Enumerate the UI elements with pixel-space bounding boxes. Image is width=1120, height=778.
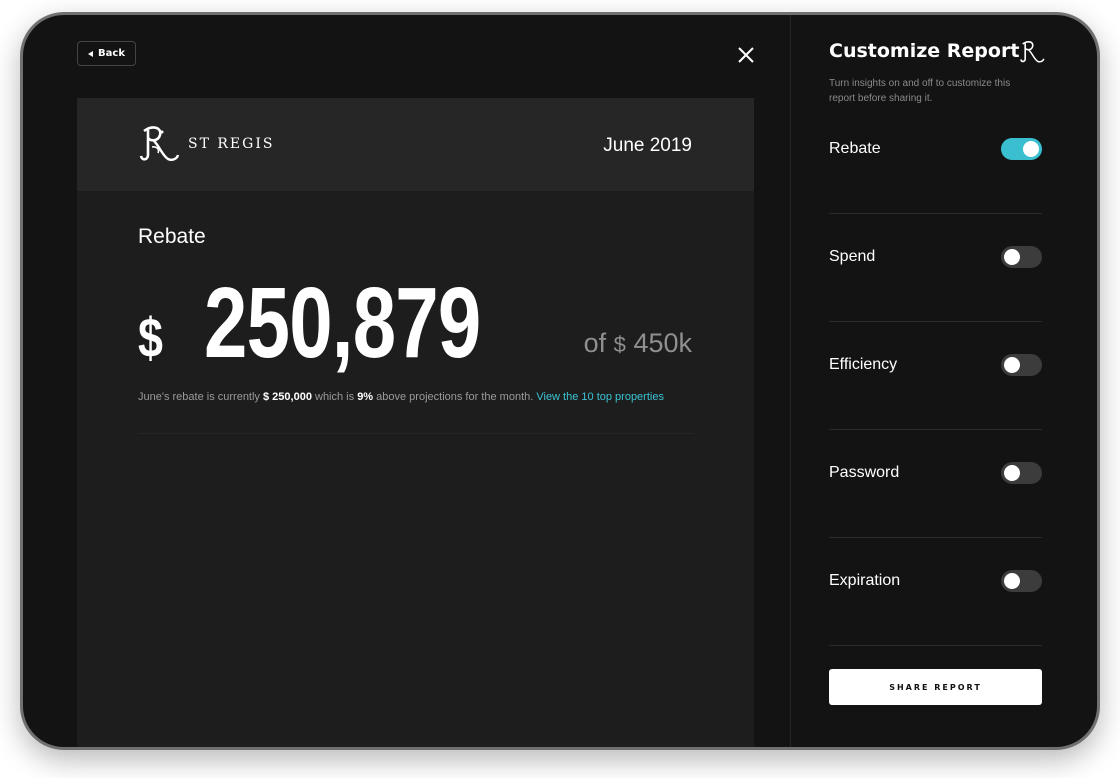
toggle-knob	[1004, 357, 1020, 373]
panel-title: Customize Report	[829, 40, 1020, 62]
summary-percent: 9%	[357, 391, 374, 403]
panel-description: Turn insights on and off to customize th…	[829, 78, 1011, 104]
efficiency-toggle[interactable]	[1001, 354, 1042, 376]
toggle-knob	[1004, 465, 1020, 481]
close-icon[interactable]	[735, 44, 757, 66]
back-label: Back	[98, 48, 125, 59]
option-expiration: Expiration	[829, 538, 1042, 646]
st-regis-logo-icon	[139, 126, 180, 161]
option-label: Efficiency	[829, 356, 898, 373]
option-label: Password	[829, 464, 900, 481]
option-label: Spend	[829, 248, 876, 265]
report-header: ST REGIS June 2019	[77, 98, 754, 191]
back-arrow-icon	[88, 50, 94, 57]
summary-text-1: June's rebate is currently	[138, 391, 263, 403]
screen: Back ST REGIS June 2019 Rebate $ 250,879…	[23, 15, 1097, 747]
expiration-toggle[interactable]	[1001, 570, 1042, 592]
password-toggle[interactable]	[1001, 462, 1042, 484]
panel-divider	[790, 15, 791, 747]
st-regis-monogram-icon	[1020, 40, 1045, 63]
option-label: Expiration	[829, 572, 901, 589]
option-spend: Spend	[829, 214, 1042, 322]
toggle-knob	[1023, 141, 1039, 157]
report-card: ST REGIS June 2019 Rebate $ 250,879 of $…	[77, 98, 754, 747]
device-frame: Back ST REGIS June 2019 Rebate $ 250,879…	[20, 12, 1100, 750]
target-amount: 450k	[633, 328, 692, 358]
summary-text-2: which is	[311, 391, 358, 403]
toggle-knob	[1004, 249, 1020, 265]
share-report-button[interactable]: SHARE REPORT	[829, 669, 1042, 705]
summary-text-3: above projections for the month.	[373, 391, 537, 403]
option-password: Password	[829, 430, 1042, 538]
option-label: Rebate	[829, 140, 881, 157]
brand: ST REGIS	[138, 125, 274, 163]
rebate-amount: 250,879	[204, 267, 481, 379]
metric-label: Rebate	[138, 225, 206, 248]
toggle-knob	[1004, 573, 1020, 589]
brand-name: ST REGIS	[188, 136, 275, 152]
of-prefix: of	[583, 328, 607, 358]
option-rebate: Rebate	[829, 106, 1042, 214]
summary-amount: $ 250,000	[263, 391, 312, 403]
option-efficiency: Efficiency	[829, 322, 1042, 430]
rebate-summary: June's rebate is currently $ 250,000 whi…	[138, 391, 664, 403]
spend-toggle[interactable]	[1001, 246, 1042, 268]
divider	[138, 433, 694, 434]
rebate-value: $ 250,879	[138, 266, 558, 381]
top-properties-link[interactable]: View the 10 top properties	[536, 391, 664, 403]
target-currency: $	[613, 332, 626, 357]
currency-symbol: $	[138, 306, 163, 369]
back-button[interactable]: Back	[77, 41, 136, 66]
rebate-toggle[interactable]	[1001, 138, 1042, 160]
rebate-target: of $ 450k	[584, 328, 692, 359]
report-date: June 2019	[603, 135, 692, 156]
